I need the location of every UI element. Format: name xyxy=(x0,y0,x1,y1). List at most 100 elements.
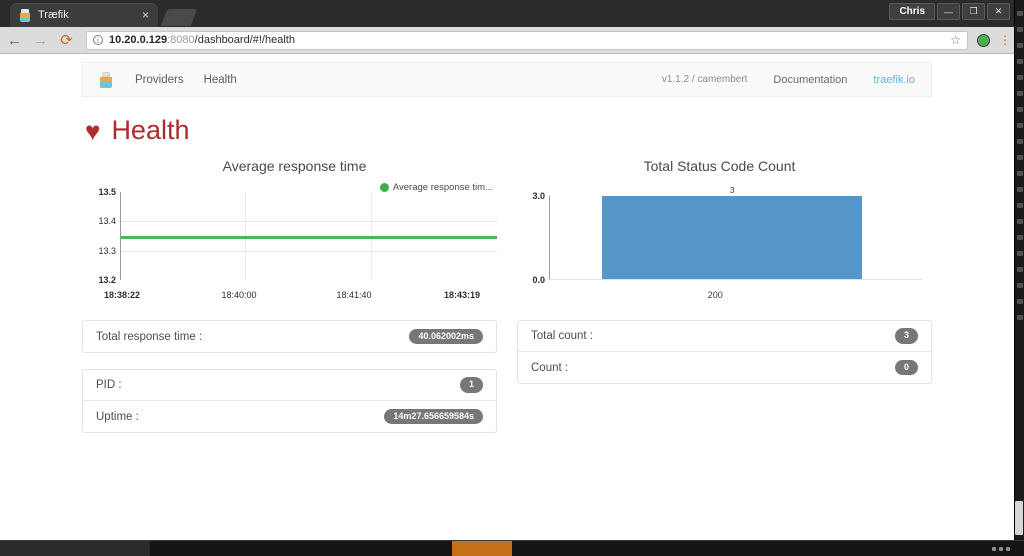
taskbar-items-region xyxy=(512,541,814,556)
desktop-taskbar xyxy=(0,540,1024,556)
y-tick-3-0: 3.0 xyxy=(532,191,545,201)
y-tick-13-5: 13.5 xyxy=(98,187,116,197)
dock-item[interactable] xyxy=(1016,123,1023,128)
y-tick-0-0: 0.0 xyxy=(532,275,545,285)
badge-uptime: 14m27.656659584s xyxy=(384,408,483,425)
url-port: :8080 xyxy=(167,34,195,46)
gridline-horizontal xyxy=(121,251,497,252)
legend-marker-icon xyxy=(379,183,389,192)
taskbar-start-region[interactable] xyxy=(0,541,150,556)
total-status-code-count-chart: Total Status Code Count 3.0 0.0 3 200 xyxy=(507,158,932,302)
list-item: Total count : 3 xyxy=(518,321,931,352)
list-item: Uptime : 14m27.656659584s xyxy=(83,401,496,432)
back-icon[interactable]: ← xyxy=(6,33,23,48)
y-tick-13-4: 13.4 xyxy=(98,216,116,226)
page-title: ♥ Health xyxy=(85,115,1014,146)
dock-item[interactable] xyxy=(1016,43,1023,48)
dock-item[interactable] xyxy=(1016,27,1023,32)
stats-panels: Total response time : 40.062002ms PID : … xyxy=(0,320,1014,433)
dock-item[interactable] xyxy=(1016,299,1023,304)
bookmark-star-icon[interactable]: ☆ xyxy=(950,33,961,47)
dock-item[interactable] xyxy=(1016,139,1023,144)
heart-icon: ♥ xyxy=(85,115,101,146)
bar-chart-plot-area: 3 xyxy=(549,185,922,280)
nav-item-providers[interactable]: Providers xyxy=(135,74,184,86)
label-uptime: Uptime : xyxy=(96,410,139,423)
y-tick-13-2: 13.2 xyxy=(98,275,116,285)
dock-item[interactable] xyxy=(1016,235,1023,240)
bar-chart-canvas: 3.0 0.0 3 200 xyxy=(507,184,932,302)
series-line-average-response-time xyxy=(121,236,497,239)
y-tick-13-3: 13.3 xyxy=(98,246,116,256)
dock-item[interactable] xyxy=(1016,155,1023,160)
list-item: Total response time : 40.062002ms xyxy=(83,321,496,352)
forward-icon: → xyxy=(33,31,48,49)
minimize-button[interactable]: — xyxy=(937,3,960,20)
taskbar-items-region xyxy=(150,541,452,556)
dock-item[interactable] xyxy=(1016,203,1023,208)
list-item: PID : 1 xyxy=(83,370,496,401)
bar-value-label: 3 xyxy=(729,185,735,195)
panel-process-info: PID : 1 Uptime : 14m27.656659584s xyxy=(82,369,497,433)
nav-item-health[interactable]: Health xyxy=(204,74,237,86)
browser-window: Træfik × Chris — ❐ ✕ ← → ⟳ i 10.20.0.129… xyxy=(0,0,1014,541)
taskbar-active-window-item[interactable] xyxy=(452,541,512,556)
dock-item[interactable] xyxy=(1016,171,1023,176)
taskbar-system-tray xyxy=(814,541,1024,556)
traefik-logo-icon[interactable] xyxy=(99,71,113,88)
dock-item[interactable] xyxy=(1016,75,1023,80)
dock-item[interactable] xyxy=(1016,11,1023,16)
browser-tab-traefik[interactable]: Træfik × xyxy=(10,3,158,27)
nav-item-documentation[interactable]: Documentation xyxy=(773,74,847,86)
badge-total-count: 3 xyxy=(894,328,918,344)
profile-user-button[interactable]: Chris xyxy=(889,3,935,20)
average-response-time-chart: Average response time Average response t… xyxy=(82,158,507,302)
stats-left-column: Total response time : 40.062002ms PID : … xyxy=(82,320,497,433)
tray-icon[interactable] xyxy=(999,546,1003,551)
nav-item-traefik-io[interactable]: traefik.io xyxy=(873,74,915,86)
stats-right-column: Total count : 3 Count : 0 xyxy=(517,320,932,433)
dock-item[interactable] xyxy=(1016,187,1023,192)
x-tick-end: 18:43:19 xyxy=(443,290,481,300)
new-tab-button[interactable] xyxy=(160,9,198,26)
tray-icon[interactable] xyxy=(992,546,996,551)
traefik-favicon-icon xyxy=(19,8,31,22)
dock-item[interactable] xyxy=(1016,59,1023,64)
line-chart-canvas: Average response tim... 13.5 13.4 13.3 1… xyxy=(82,182,507,302)
desktop-right-dock[interactable] xyxy=(1014,0,1024,541)
address-bar[interactable]: i 10.20.0.129:8080/dashboard/#!/health ☆ xyxy=(86,30,968,50)
kebab-menu-icon[interactable]: ⋮ xyxy=(999,34,1011,47)
reload-icon[interactable]: ⟳ xyxy=(58,33,75,48)
dock-item[interactable] xyxy=(1016,219,1023,224)
dock-item[interactable] xyxy=(1016,107,1023,112)
bar-200[interactable] xyxy=(602,196,863,279)
x-tick-2: 18:40:00 xyxy=(221,290,257,300)
address-bar-url: 10.20.0.129:8080/dashboard/#!/health xyxy=(109,34,944,46)
label-total-response-time: Total response time : xyxy=(96,330,203,343)
browser-tab-title: Træfik xyxy=(38,9,69,21)
label-pid: PID : xyxy=(96,379,122,391)
page-title-text: Health xyxy=(111,115,190,145)
line-chart-plot-area xyxy=(120,192,497,280)
x-tick-200: 200 xyxy=(707,290,723,300)
close-tab-icon[interactable]: × xyxy=(139,9,152,21)
dock-item[interactable] xyxy=(1016,315,1023,320)
close-window-button[interactable]: ✕ xyxy=(987,3,1010,20)
dock-scrollbar[interactable] xyxy=(1015,501,1023,535)
site-info-icon[interactable]: i xyxy=(93,35,103,45)
badge-count: 0 xyxy=(894,359,918,376)
version-label: v1.1.2 / camembert xyxy=(661,74,748,85)
x-tick-3: 18:41:40 xyxy=(336,290,372,300)
dock-item[interactable] xyxy=(1016,283,1023,288)
tray-icon[interactable] xyxy=(1006,546,1010,551)
dock-item[interactable] xyxy=(1016,267,1023,272)
browser-profile-avatar[interactable] xyxy=(977,33,990,47)
maximize-button[interactable]: ❐ xyxy=(962,3,985,20)
page-content: Providers Health v1.1.2 / camembert Docu… xyxy=(0,54,1014,541)
browser-tabstrip: Træfik × Chris — ❐ ✕ xyxy=(0,0,1014,27)
dock-item[interactable] xyxy=(1016,251,1023,256)
chart-title-response-time: Average response time xyxy=(222,158,367,174)
chart-title-status-code: Total Status Code Count xyxy=(643,158,796,174)
desktop: Træfik × Chris — ❐ ✕ ← → ⟳ i 10.20.0.129… xyxy=(0,0,1024,556)
dock-item[interactable] xyxy=(1016,91,1023,96)
